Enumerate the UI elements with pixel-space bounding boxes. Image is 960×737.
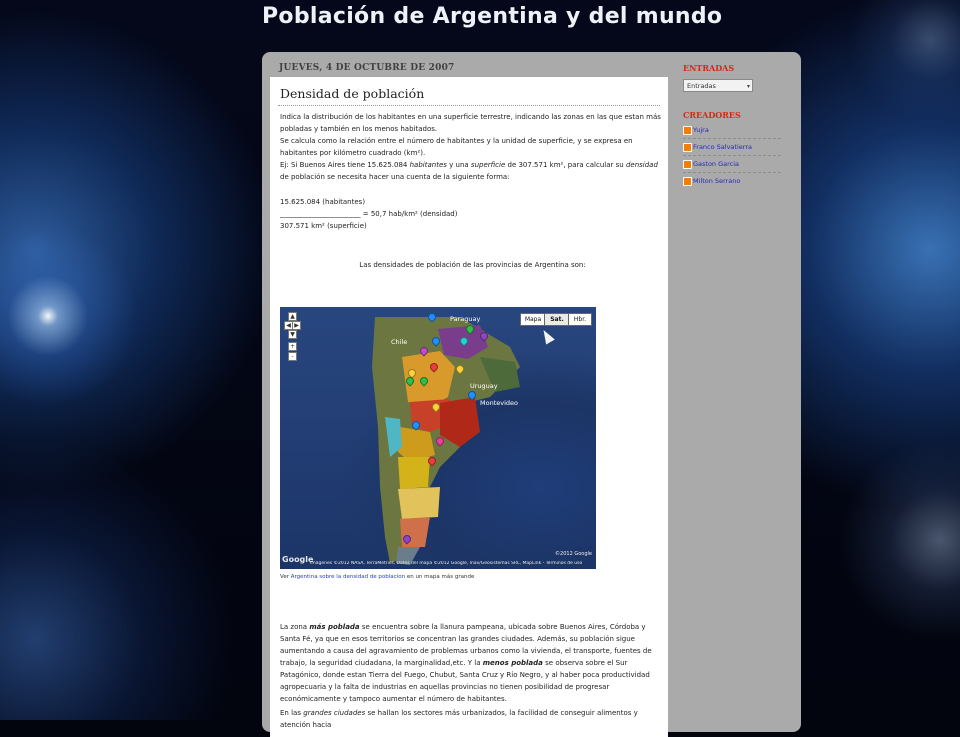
- body-paragraph-1: La zona más poblada se encuentra sobre l…: [280, 623, 652, 703]
- creator-name[interactable]: Gaston Garcia: [693, 160, 739, 168]
- body-paragraph-2: En las grandes ciudades se hallan los se…: [280, 709, 638, 729]
- map-type-satellite-button[interactable]: Sat.: [544, 313, 570, 326]
- creator-name[interactable]: Yujra: [693, 126, 709, 134]
- formula-line: _______________________ = 50,7 hab/km² (…: [280, 210, 458, 218]
- sidebar-heading-entradas: ENTRADAS: [683, 63, 735, 73]
- creator-item[interactable]: Milton Serrano: [683, 174, 781, 189]
- map-label-uruguay: Uruguay: [470, 382, 498, 390]
- post-title[interactable]: Densidad de población: [280, 86, 424, 101]
- map-label-paraguay: Paraguay: [450, 315, 481, 323]
- title-divider: [278, 105, 660, 106]
- view-larger-map-link[interactable]: Argentina sobre la densidad de poblacion: [291, 574, 405, 580]
- creator-item[interactable]: Gaston Garcia: [683, 157, 781, 173]
- creator-name[interactable]: Franco Salvatierra: [693, 143, 752, 151]
- blogger-profile-icon: [683, 126, 692, 135]
- map-attribution: Imágenes ©2012 NASA, TerraMetrics, Datos…: [310, 561, 583, 566]
- map-pan-right[interactable]: ▶: [292, 321, 301, 330]
- post-date: Jueves, 4 de Octubre de 2007: [279, 63, 455, 73]
- formula-denominator: 307.571 km² (superficie): [280, 222, 367, 230]
- blogger-profile-icon: [683, 160, 692, 169]
- map-zoom-out[interactable]: -: [288, 352, 297, 361]
- map-label-chile: Chile: [391, 338, 408, 346]
- map-pan-up[interactable]: ▲: [288, 312, 297, 321]
- map-type-map-button[interactable]: Mapa: [520, 313, 546, 326]
- creator-item[interactable]: Yujra: [683, 123, 781, 139]
- view-larger-map: Ver Argentina sobre la densidad de pobla…: [280, 574, 475, 580]
- blog-title[interactable]: Población de Argentina y del mundo: [262, 4, 722, 29]
- map-label-montevideo: Montevideo: [480, 399, 519, 407]
- map-copyright: ©2012 Google: [555, 551, 592, 557]
- entradas-select[interactable]: Entradas ▾: [683, 79, 753, 92]
- map-type-hybrid-button[interactable]: Hbr.: [568, 313, 592, 326]
- google-logo[interactable]: Google: [282, 555, 313, 564]
- example-paragraph: Ej: Si Buenos Aires tiene 15.625.084 hab…: [280, 161, 658, 181]
- blogger-profile-icon: [683, 143, 692, 152]
- intro-paragraph-1: Indica la distribución de los habitantes…: [280, 113, 661, 133]
- chevron-down-icon: ▾: [746, 83, 750, 90]
- provinces-caption: Las densidades de población de las provi…: [359, 261, 586, 269]
- intro-paragraph-2: Se calcula como la relación entre el núm…: [280, 137, 633, 157]
- formula-numerator: 15.625.084 (habitantes): [280, 198, 366, 206]
- post-body: Densidad de población Indica la distribu…: [270, 77, 668, 737]
- map-pan-down[interactable]: ▼: [288, 330, 297, 339]
- embedded-google-map[interactable]: Paraguay Chile Uruguay Montevideo ▲ ◀ ▶ …: [280, 307, 596, 569]
- map-zoom-in[interactable]: +: [288, 342, 297, 351]
- creator-item[interactable]: Franco Salvatierra: [683, 140, 781, 156]
- blogger-profile-icon: [683, 177, 692, 186]
- sidebar-heading-creadores: CREADORES: [683, 110, 741, 120]
- creator-name[interactable]: Milton Serrano: [693, 177, 740, 185]
